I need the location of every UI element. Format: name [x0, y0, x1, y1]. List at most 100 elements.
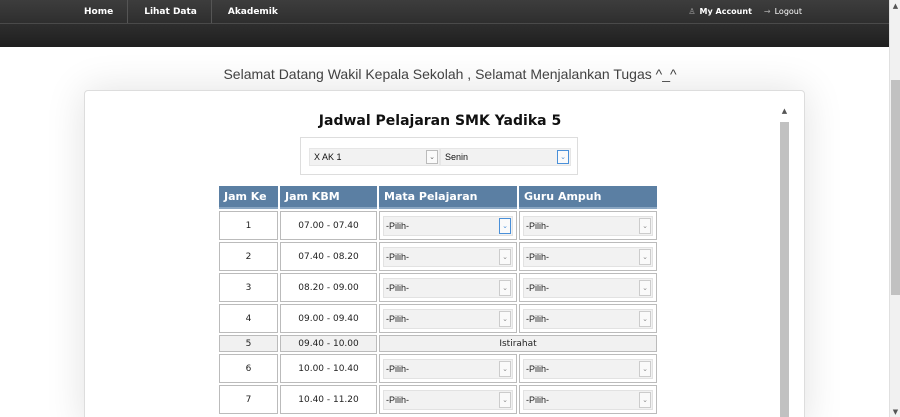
teacher-select-value: -Pilih-	[526, 282, 550, 293]
teacher-select-value: -Pilih-	[526, 220, 550, 231]
teacher-select[interactable]: -Pilih- ⌄	[523, 277, 653, 298]
subject-select[interactable]: -Pilih- ⌄	[383, 389, 513, 410]
my-account-link[interactable]: ♙ My Account	[688, 7, 752, 16]
subject-select-value: -Pilih-	[386, 363, 410, 374]
chevron-down-icon: ⌄	[499, 279, 511, 296]
nav-lihat-data[interactable]: Lihat Data	[144, 0, 212, 23]
panel-scrollbar-thumb[interactable]	[780, 122, 789, 417]
subject-select[interactable]: -Pilih- ⌄	[383, 308, 513, 329]
teacher-select[interactable]: -Pilih- ⌄	[523, 389, 653, 410]
subject-cell: -Pilih- ⌄	[379, 354, 517, 383]
subject-cell: -Pilih- ⌄	[379, 273, 517, 302]
page-scrollbar-thumb[interactable]	[891, 80, 900, 295]
teacher-select-value: -Pilih-	[526, 313, 550, 324]
break-label: Istirahat	[379, 335, 657, 352]
chevron-down-icon: ⌄	[499, 310, 511, 327]
teacher-cell: -Pilih- ⌄	[519, 242, 657, 271]
table-row: 6 10.00 - 10.40 -Pilih- ⌄ -Pilih- ⌄	[219, 354, 657, 383]
subject-select-value: -Pilih-	[386, 282, 410, 293]
teacher-select[interactable]: -Pilih- ⌄	[523, 308, 653, 329]
table-header-row: Jam Ke Jam KBM Mata Pelajaran Guru Ampuh	[219, 186, 657, 209]
teacher-select-value: -Pilih-	[526, 251, 550, 262]
subject-select[interactable]: -Pilih- ⌄	[383, 277, 513, 298]
col-jam-ke: Jam Ke	[219, 186, 278, 209]
row-number: 2	[219, 242, 278, 271]
chevron-down-icon: ⌄	[499, 217, 511, 234]
teacher-cell: -Pilih- ⌄	[519, 211, 657, 240]
subject-cell: -Pilih- ⌄	[379, 304, 517, 333]
nav-akademik[interactable]: Akademik	[228, 0, 292, 23]
account-menu: ♙ My Account → Logout	[688, 0, 802, 23]
teacher-select-value: -Pilih-	[526, 363, 550, 374]
subject-select[interactable]: -Pilih- ⌄	[383, 215, 513, 236]
row-number: 1	[219, 211, 278, 240]
row-time: 10.40 - 11.20	[280, 385, 377, 414]
scroll-up-icon[interactable]: ▲	[890, 0, 900, 11]
chevron-down-icon: ⌄	[426, 150, 438, 164]
subject-select[interactable]: -Pilih- ⌄	[383, 246, 513, 267]
table-row: 2 07.40 - 08.20 -Pilih- ⌄ -Pilih- ⌄	[219, 242, 657, 271]
scroll-down-icon[interactable]: ▼	[890, 406, 900, 417]
welcome-message: Selamat Datang Wakil Kepala Sekolah , Se…	[223, 66, 677, 82]
chevron-down-icon: ⌄	[499, 391, 511, 408]
row-number: 5	[219, 335, 278, 352]
logout-link[interactable]: → Logout	[764, 7, 802, 16]
class-select[interactable]: X AK 1 ⌄	[309, 148, 440, 166]
nav-home[interactable]: Home	[84, 0, 129, 23]
chevron-down-icon: ⌄	[639, 310, 651, 327]
row-time: 09.00 - 09.40	[280, 304, 377, 333]
subject-select-value: -Pilih-	[386, 251, 410, 262]
row-time: 07.00 - 07.40	[280, 211, 377, 240]
main-menu: Home Lihat Data Akademik	[84, 0, 308, 23]
chevron-down-icon: ⌄	[639, 217, 651, 234]
schedule-table: Jam Ke Jam KBM Mata Pelajaran Guru Ampuh…	[217, 184, 659, 416]
table-row: 4 09.00 - 09.40 -Pilih- ⌄ -Pilih- ⌄	[219, 304, 657, 333]
table-row: 7 10.40 - 11.20 -Pilih- ⌄ -Pilih- ⌄	[219, 385, 657, 414]
subject-select-value: -Pilih-	[386, 220, 410, 231]
row-time: 10.00 - 10.40	[280, 354, 377, 383]
class-select-value: X AK 1	[314, 152, 342, 162]
page-title: Jadwal Pelajaran SMK Yadika 5	[318, 113, 562, 129]
teacher-select[interactable]: -Pilih- ⌄	[523, 215, 653, 236]
chevron-down-icon: ⌄	[639, 248, 651, 265]
my-account-label: My Account	[699, 7, 752, 16]
table-row: 1 07.00 - 07.40 -Pilih- ⌄ -Pilih- ⌄	[219, 211, 657, 240]
subject-select-value: -Pilih-	[386, 313, 410, 324]
chevron-down-icon: ⌄	[499, 248, 511, 265]
chevron-down-icon: ⌄	[557, 150, 569, 164]
row-number: 4	[219, 304, 278, 333]
teacher-select[interactable]: -Pilih- ⌄	[523, 246, 653, 267]
row-number: 6	[219, 354, 278, 383]
row-time: 07.40 - 08.20	[280, 242, 377, 271]
chevron-down-icon: ⌄	[639, 391, 651, 408]
teacher-cell: -Pilih- ⌄	[519, 304, 657, 333]
arrow-right-icon: →	[763, 7, 771, 16]
chevron-down-icon: ⌄	[499, 360, 511, 377]
teacher-select-value: -Pilih-	[526, 394, 550, 405]
navbar-divider	[0, 23, 889, 24]
row-time: 09.40 - 10.00	[280, 335, 377, 352]
top-navbar: Home Lihat Data Akademik ♙ My Account → …	[0, 0, 889, 47]
teacher-select[interactable]: -Pilih- ⌄	[523, 358, 653, 379]
row-time: 08.20 - 09.00	[280, 273, 377, 302]
subject-select[interactable]: -Pilih- ⌄	[383, 358, 513, 379]
logout-label: Logout	[774, 7, 802, 16]
row-number: 7	[219, 385, 278, 414]
teacher-cell: -Pilih- ⌄	[519, 273, 657, 302]
break-row: 5 09.40 - 10.00 Istirahat	[219, 335, 657, 352]
subject-cell: -Pilih- ⌄	[379, 242, 517, 271]
user-icon: ♙	[688, 7, 696, 16]
chevron-down-icon: ⌄	[639, 279, 651, 296]
table-row: 3 08.20 - 09.00 -Pilih- ⌄ -Pilih- ⌄	[219, 273, 657, 302]
col-mata-pelajaran: Mata Pelajaran	[379, 186, 517, 209]
page-scrollbar[interactable]: ▲ ▼	[889, 0, 900, 417]
teacher-cell: -Pilih- ⌄	[519, 354, 657, 383]
subject-cell: -Pilih- ⌄	[379, 385, 517, 414]
col-guru-ampuh: Guru Ampuh	[519, 186, 657, 209]
subject-select-value: -Pilih-	[386, 394, 410, 405]
panel-scrollbar[interactable]: ▲	[779, 105, 790, 417]
day-select[interactable]: Senin ⌄	[440, 148, 571, 166]
filter-box: X AK 1 ⌄ Senin ⌄	[300, 137, 578, 175]
row-number: 3	[219, 273, 278, 302]
day-select-value: Senin	[445, 152, 469, 162]
